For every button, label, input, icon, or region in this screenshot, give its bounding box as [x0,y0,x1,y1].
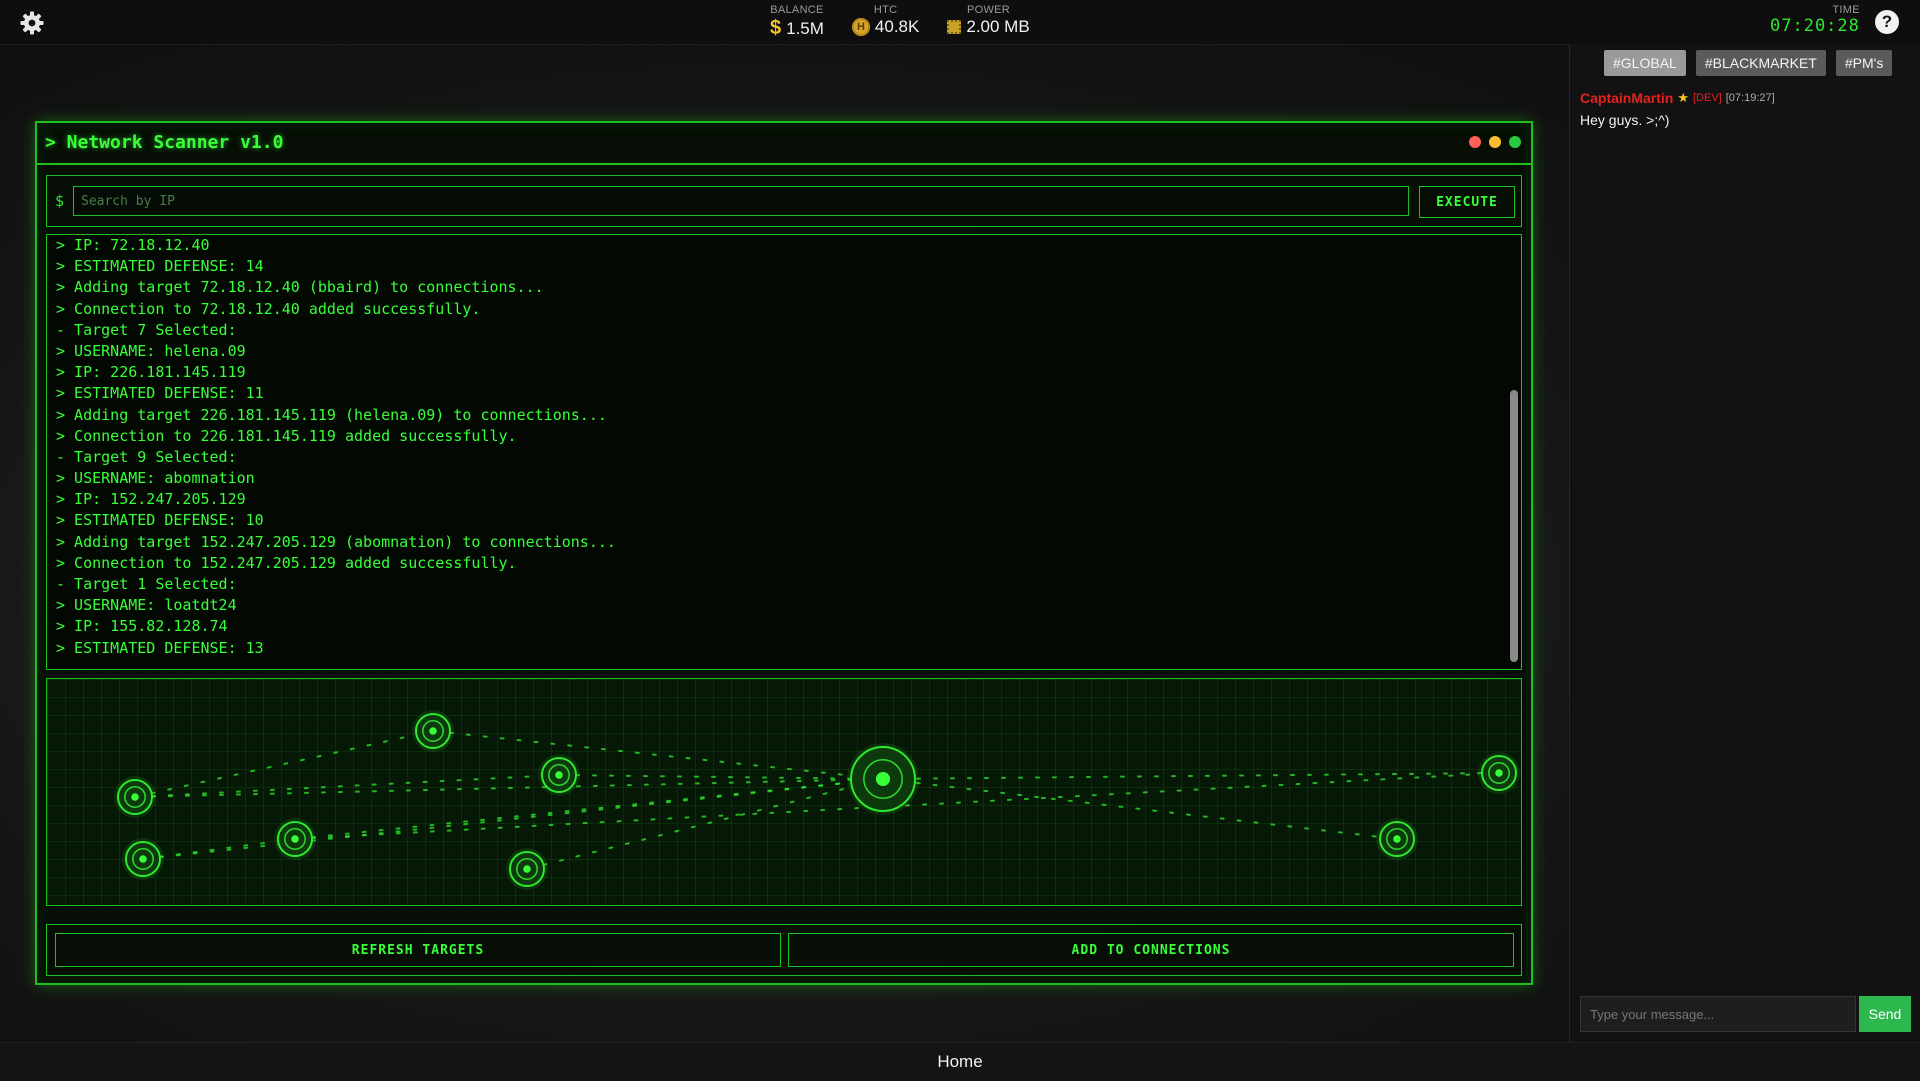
log-line: > IP: 155.82.128.74 [56,617,228,636]
log-lines: > IP: 72.18.12.40 > ESTIMATED DEFENSE: 14… [47,235,1521,659]
htc-value: 40.8K [874,17,920,36]
connection-link [142,838,296,860]
node-core [291,835,299,843]
log-line: > USERNAME: abomnation [56,469,255,488]
message-role-tag: [DEV] [1693,92,1722,104]
connection-link [134,778,884,798]
balance-stat: BALANCE $ 1.5M [770,4,824,40]
log-line: > IP: 226.181.145.119 [56,363,246,382]
power-value: 2.00 MB [966,17,1030,36]
terminal-log[interactable]: > IP: 72.18.12.40 > ESTIMATED DEFENSE: 14… [46,234,1522,670]
time-value: 07:20:28 [1770,16,1860,36]
log-line: > IP: 152.247.205.129 [56,490,246,509]
chat-message-input[interactable] [1580,996,1856,1032]
log-line: > Adding target 226.181.145.119 (helena.… [56,405,607,424]
connection-link [294,778,884,840]
log-line: > Adding target 72.18.12.40 (bbaird) to … [56,278,544,297]
connection-link [558,774,884,780]
home-link[interactable]: Home [0,1052,1920,1072]
message-text: Hey guys. >;^) [1580,112,1670,128]
node-core [131,793,139,801]
node-core [875,771,891,787]
network-scanner-window: > Network Scanner v1.0 $ EXECUTE > IP: 7… [35,121,1533,985]
window-controls [1469,136,1521,148]
prompt-symbol: $ [55,192,65,210]
minimize-window-dot[interactable] [1489,136,1501,148]
execute-button[interactable]: EXECUTE [1419,186,1515,218]
search-row: $ EXECUTE [46,175,1522,227]
balance-label: BALANCE [770,4,824,16]
dollar-icon: $ [770,17,782,39]
log-line: > Connection to 72.18.12.40 added succes… [56,299,481,318]
log-line: > Connection to 152.247.205.129 added su… [56,553,517,572]
node-core [429,727,437,735]
log-line: > ESTIMATED DEFENSE: 10 [56,511,264,530]
tab-blackmarket[interactable]: #BLACKMARKET [1695,50,1826,76]
chip-icon [947,20,962,34]
node-core [1393,835,1401,843]
chat-message: CaptainMartin ★ [DEV] [07:19:27] Hey guy… [1580,90,1910,128]
log-line: > IP: 72.18.12.40 [56,236,210,254]
log-line: > ESTIMATED DEFENSE: 14 [56,257,264,276]
top-bar: BALANCE $ 1.5M HTC H 40.8K POWER 2.00 MB… [0,0,1920,45]
log-line: - Target 1 Selected: [56,575,237,593]
send-button[interactable]: Send [1859,996,1911,1032]
resource-stats: BALANCE $ 1.5M HTC H 40.8K POWER 2.00 MB [770,4,1030,40]
star-icon: ★ [1677,90,1689,105]
maximize-window-dot[interactable] [1509,136,1521,148]
log-line: > Adding target 152.247.205.129 (abomnat… [56,532,616,551]
close-window-dot[interactable] [1469,136,1481,148]
coin-icon: H [851,18,870,36]
connection-link [134,730,434,798]
chat-tabs: #GLOBAL #BLACKMARKET #PM's [1604,50,1893,76]
log-line: > ESTIMATED DEFENSE: 11 [56,384,264,403]
ip-search-input[interactable] [73,186,1409,216]
log-scrollbar[interactable] [1510,390,1518,662]
connection-link [882,778,1398,840]
power-stat: POWER 2.00 MB [947,4,1030,40]
log-line: > ESTIMATED DEFENSE: 13 [56,638,264,657]
chat-panel: #GLOBAL #BLACKMARKET #PM's CaptainMartin… [1569,44,1920,1042]
bottom-bar: Home [0,1042,1920,1081]
action-bar: REFRESH TARGETS ADD TO CONNECTIONS [46,924,1522,976]
network-map [46,678,1522,906]
log-line: > USERNAME: loatdt24 [56,596,237,615]
window-titlebar: > Network Scanner v1.0 [37,123,1531,165]
node-core [1495,769,1503,777]
clock: TIME 07:20:28 [1770,4,1860,36]
question-icon[interactable]: ? [1875,10,1899,34]
tab-global[interactable]: #GLOBAL [1604,50,1686,76]
log-line: > USERNAME: helena.09 [56,341,246,360]
node-core [139,855,147,863]
message-username[interactable]: CaptainMartin [1580,90,1673,106]
connection-link [432,730,884,780]
node-core [555,771,563,779]
gear-icon[interactable] [20,11,44,35]
tab-pms[interactable]: #PM's [1835,50,1893,76]
connection-link [882,772,1500,780]
message-timestamp: [07:19:27] [1725,92,1775,104]
refresh-targets-button[interactable]: REFRESH TARGETS [55,933,781,967]
window-title: > Network Scanner v1.0 [45,132,284,153]
balance-value: 1.5M [786,18,824,38]
log-line: - Target 9 Selected: [56,447,237,466]
connection-link [134,774,560,798]
time-label: TIME [1832,4,1860,16]
add-to-connections-button[interactable]: ADD TO CONNECTIONS [788,933,1514,967]
connection-link [526,778,884,870]
htc-stat: HTC H 40.8K [851,4,920,40]
node-core [523,865,531,873]
log-line: - Target 7 Selected: [56,320,237,339]
htc-label: HTC [873,4,898,16]
log-line: > Connection to 226.181.145.119 added su… [56,426,517,445]
network-map-graphic [114,710,1520,890]
power-label: POWER [966,4,1011,16]
